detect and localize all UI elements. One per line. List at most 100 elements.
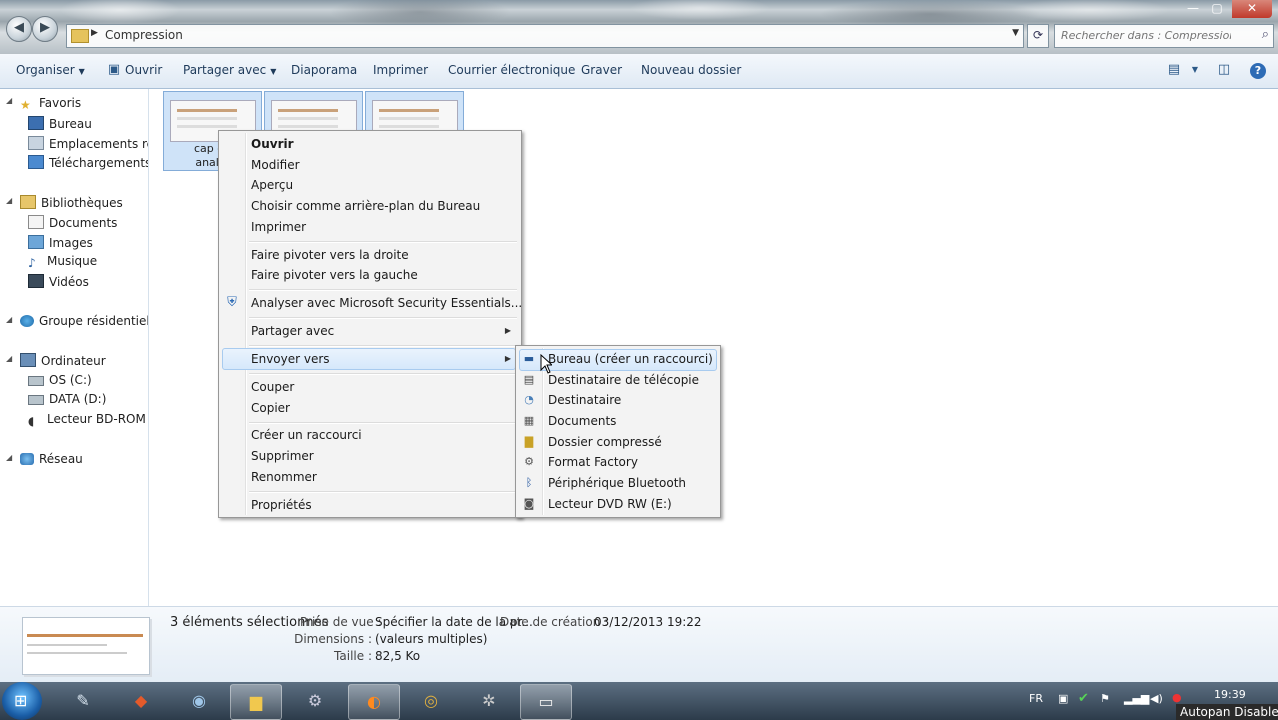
submenu-arrow-icon: ▶ — [504, 326, 511, 335]
search-input[interactable] — [1055, 25, 1231, 45]
tray-device-icon[interactable]: ▣ — [1058, 692, 1068, 705]
nav-bureau[interactable]: Bureau — [28, 116, 92, 131]
expand-icon[interactable]: ◢ — [6, 196, 12, 205]
signal-icon[interactable]: ▂▄▆ — [1124, 692, 1149, 705]
menu-modifier[interactable]: Modifier — [251, 158, 300, 172]
send-to-format-factory[interactable]: Format Factory — [548, 455, 638, 469]
nav-emplacements[interactable]: Emplacements récer — [28, 136, 148, 151]
address-dropdown-icon[interactable]: ▼ — [1012, 28, 1019, 38]
send-to-dvd[interactable]: Lecteur DVD RW (E:) — [548, 497, 672, 511]
back-button[interactable]: ◀ — [6, 16, 32, 42]
nav-ordinateur[interactable]: Ordinateur — [20, 353, 106, 368]
checkmark-icon[interactable]: ✔ — [1078, 691, 1089, 706]
breadcrumb-arrow-icon[interactable]: ▶ — [91, 28, 98, 38]
graver-button[interactable]: Graver — [581, 63, 622, 77]
office-icon: ◆ — [134, 691, 148, 710]
taskbar-app-firefox[interactable]: ◐ — [348, 684, 400, 720]
nouveau-dossier-button[interactable]: Nouveau dossier — [641, 63, 741, 77]
maximize-button[interactable]: ▢ — [1206, 0, 1228, 18]
send-to-dossier-compresse[interactable]: Dossier compressé — [548, 435, 662, 449]
address-bar[interactable]: ▶ Compression ▼ — [66, 24, 1024, 48]
nav-label: Téléchargements — [49, 156, 149, 170]
alert-icon[interactable]: ● — [1172, 691, 1182, 704]
homegroup-icon — [20, 315, 34, 327]
menu-arriere-plan[interactable]: Choisir comme arrière-plan du Bureau — [251, 199, 480, 213]
dvd-drive-icon: ◙ — [523, 497, 535, 510]
expand-icon[interactable]: ◢ — [6, 354, 12, 363]
menu-partager[interactable]: Partager avec — [251, 324, 334, 338]
expand-icon[interactable]: ◢ — [6, 315, 12, 324]
taskbar-app-office[interactable]: ◆ — [116, 684, 166, 718]
nav-videos[interactable]: Vidéos — [28, 274, 89, 289]
clock[interactable]: 19:39 — [1214, 688, 1246, 701]
nav-favoris[interactable]: ★ Favoris — [20, 96, 81, 112]
downloads-icon — [28, 155, 44, 169]
diaporama-button[interactable]: Diaporama — [291, 63, 357, 77]
nav-bdrom-g[interactable]: ◖ Lecteur BD-ROM (G: — [28, 412, 148, 428]
menu-pivoter-droite[interactable]: Faire pivoter vers la droite — [251, 248, 409, 262]
nav-label: Lecteur BD-ROM (G: — [47, 412, 148, 426]
selection-thumbnail — [22, 617, 150, 675]
menu-ouvrir[interactable]: Ouvrir — [251, 137, 294, 151]
menu-apercu[interactable]: Aperçu — [251, 178, 293, 192]
nav-reseau[interactable]: Réseau — [20, 452, 83, 466]
nav-data-d[interactable]: DATA (D:) — [28, 392, 106, 406]
taskbar-app-format-factory[interactable]: ✲ — [464, 684, 514, 718]
menu-analyser[interactable]: Analyser avec Microsoft Security Essenti… — [251, 296, 522, 310]
send-to-documents[interactable]: Documents — [548, 414, 616, 428]
taskbar-app-explorer[interactable]: ▆ — [230, 684, 282, 720]
imprimer-button[interactable]: Imprimer — [373, 63, 428, 77]
flag-icon[interactable]: ⚑ — [1100, 692, 1110, 705]
nav-musique[interactable]: ♪ Musique — [28, 254, 97, 270]
drive-icon — [28, 395, 44, 405]
preview-pane-icon[interactable]: ◫ — [1215, 62, 1233, 78]
nav-label: Images — [49, 236, 93, 250]
chevron-down-icon[interactable]: ▼ — [1186, 62, 1204, 78]
nav-telechargements[interactable]: Téléchargements — [28, 155, 149, 170]
view-options-icon[interactable]: ▤ — [1165, 62, 1183, 78]
taskbar-app-settings[interactable]: ⚙ — [290, 684, 340, 718]
language-indicator[interactable]: FR — [1029, 692, 1043, 705]
menu-copier[interactable]: Copier — [251, 401, 290, 415]
menu-envoyer-vers[interactable]: Envoyer vers — [251, 352, 330, 366]
nav-groupe[interactable]: Groupe résidentiel — [20, 314, 148, 328]
close-button[interactable]: ✕ — [1232, 0, 1272, 18]
courrier-button[interactable]: Courrier électronique — [448, 63, 575, 77]
send-to-bluetooth[interactable]: Périphérique Bluetooth — [548, 476, 686, 490]
send-to-bureau[interactable]: Bureau (créer un raccourci) — [548, 352, 713, 366]
nav-images[interactable]: Images — [28, 235, 93, 250]
breadcrumb-compression[interactable]: Compression — [105, 28, 183, 42]
start-button[interactable]: ⊞ — [2, 682, 42, 720]
help-icon[interactable]: ? — [1250, 63, 1266, 79]
expand-icon[interactable]: ◢ — [6, 96, 12, 105]
forward-button[interactable]: ▶ — [32, 16, 58, 42]
refresh-button[interactable]: ⟳ — [1027, 24, 1049, 48]
taskbar-app-media[interactable]: ◉ — [174, 684, 224, 718]
send-to-fax[interactable]: Destinataire de télécopie — [548, 373, 699, 387]
send-to-destinataire[interactable]: Destinataire — [548, 393, 621, 407]
menu-couper[interactable]: Couper — [251, 380, 294, 394]
menu-supprimer[interactable]: Supprimer — [251, 449, 314, 463]
date-creation-value[interactable]: 03/12/2013 19:22 — [594, 615, 702, 629]
nav-os-c[interactable]: OS (C:) — [28, 373, 92, 387]
menu-proprietes[interactable]: Propriétés — [251, 498, 312, 512]
taskbar: ⊞ ✎ ◆ ◉ ▆ ⚙ ◐ ◎ ✲ ▭ FR ▣ ✔ ⚑ ▂▄▆ ◀) ● 19… — [0, 682, 1278, 720]
volume-icon[interactable]: ◀) — [1150, 692, 1163, 705]
menu-creer-raccourci[interactable]: Créer un raccourci — [251, 428, 362, 442]
expand-icon[interactable]: ◢ — [6, 453, 12, 462]
organiser-button[interactable]: Organiser ▼ — [16, 63, 85, 77]
taskbar-app-notepad[interactable]: ✎ — [58, 684, 108, 718]
taskbar-app-window[interactable]: ▭ — [520, 684, 572, 720]
menu-imprimer[interactable]: Imprimer — [251, 220, 306, 234]
partager-button[interactable]: Partager avec ▼ — [183, 63, 276, 77]
taskbar-app-camera[interactable]: ◎ — [406, 684, 456, 718]
nav-label: Ordinateur — [41, 354, 106, 368]
menu-pivoter-gauche[interactable]: Faire pivoter vers la gauche — [251, 268, 418, 282]
zip-folder-icon: ▇ — [524, 435, 534, 448]
nav-bibliotheques[interactable]: Bibliothèques — [20, 195, 123, 210]
nav-documents[interactable]: Documents — [28, 215, 117, 230]
search-box[interactable]: ⌕ — [1054, 24, 1274, 48]
minimize-button[interactable]: — — [1182, 0, 1204, 18]
ouvrir-button[interactable]: Ouvrir — [125, 63, 162, 77]
menu-renommer[interactable]: Renommer — [251, 470, 317, 484]
